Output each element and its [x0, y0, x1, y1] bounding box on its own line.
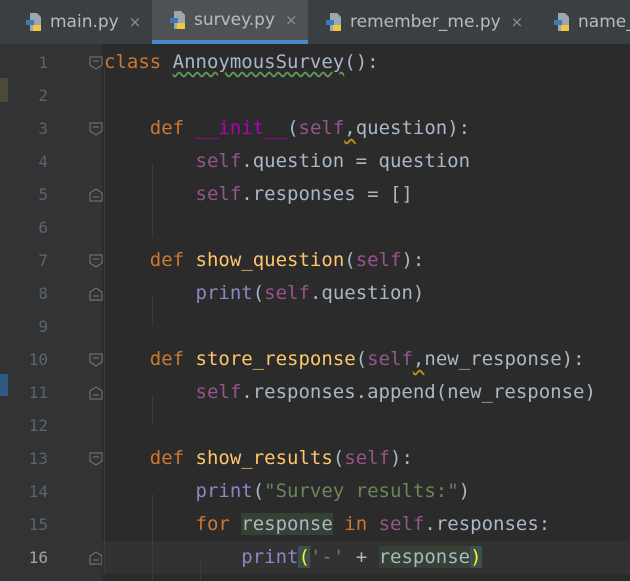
editor-tab-bar: main.py × survey.py × remember_me.py × n… [0, 0, 630, 44]
code-line: def show_results(self): [149, 447, 413, 469]
line-number: 2 [38, 86, 48, 105]
python-file-icon [26, 13, 41, 31]
code-text: .question = question [241, 150, 471, 172]
function-name: show_question [195, 249, 345, 271]
builtin-call: print [195, 480, 253, 502]
strip-marker [0, 374, 8, 396]
code-text: .question) [309, 282, 425, 304]
close-icon[interactable]: × [285, 11, 298, 29]
close-icon[interactable]: × [511, 13, 524, 31]
code-text: new_response): [424, 348, 585, 370]
python-file-icon [326, 13, 341, 31]
code-line: print(self.question) [195, 282, 425, 304]
self-param: self [367, 348, 413, 370]
class-name: AnnoymousSurvey [172, 51, 345, 73]
keyword: def [149, 117, 185, 139]
matched-paren: ( [298, 546, 310, 568]
strip-marker [0, 78, 8, 102]
self-ref: self [378, 513, 425, 535]
matched-paren: ) [470, 546, 482, 568]
line-number: 6 [38, 218, 48, 237]
self-ref: self [264, 282, 310, 304]
line-number: 3 [38, 119, 48, 138]
builtin-call: print [241, 546, 299, 568]
line-number: 10 [28, 350, 48, 369]
line-number: 13 [28, 449, 48, 468]
keyword: in [344, 513, 368, 535]
keyword: def [149, 249, 185, 271]
code-line: def show_question(self): [149, 249, 425, 271]
loop-variable: response [378, 546, 471, 568]
self-param: self [298, 117, 345, 139]
code-text: .responses: [424, 513, 551, 535]
tab-label: main.py [50, 12, 119, 32]
code-line: class AnnoymousSurvey(): [104, 46, 379, 79]
self-ref: self [195, 183, 242, 205]
keyword: def [149, 348, 185, 370]
line-number: 8 [38, 284, 48, 303]
code-text: (): [344, 51, 379, 73]
code-line: self.question = question [104, 145, 471, 178]
function-name: __init__ [195, 117, 288, 139]
keyword: class [104, 51, 162, 73]
string-literal: '-' [309, 546, 345, 568]
line-number: 9 [38, 317, 48, 336]
pep8-warning: , [344, 117, 356, 139]
tab-label: remember_me.py [350, 12, 501, 32]
tab-survey-py[interactable]: survey.py × [152, 0, 308, 44]
code-line: for response in self.responses: [104, 508, 550, 541]
function-name: show_results [195, 447, 333, 469]
function-name: store_response [195, 348, 356, 370]
line-number-current: 16 [28, 548, 48, 567]
line-number: 14 [28, 482, 48, 501]
line-number: 11 [28, 383, 48, 402]
line-number: 5 [38, 185, 48, 204]
tab-name-py[interactable]: name_ [538, 0, 630, 44]
line-number: 4 [38, 152, 48, 171]
code-text: ) [458, 480, 471, 502]
line-number: 15 [28, 515, 48, 534]
line-number: 1 [38, 53, 48, 72]
tool-window-strip [0, 44, 8, 581]
tab-main-py[interactable]: main.py × [8, 0, 150, 44]
code-text: .responses = [] [241, 183, 413, 205]
code-line: def __init__(self,question): [149, 117, 471, 139]
python-file-icon [554, 13, 569, 31]
code-line: print("Survey results:") [195, 480, 471, 502]
line-number-gutter: 1 2 3 4 5 6 7 8 9 10 11 12 13 14 15 16 [8, 44, 103, 581]
tab-remember-me-py[interactable]: remember_me.py × [310, 0, 536, 44]
code-text: question): [355, 117, 471, 139]
self-param: self [344, 447, 391, 469]
code-line: self.responses.append(new_response) [104, 376, 596, 409]
python-file-icon [170, 11, 185, 29]
code-line-current: print('-' + response) [104, 541, 482, 574]
code-text: ): [390, 447, 413, 469]
code-area[interactable]: class AnnoymousSurvey(): def __init__(se… [102, 44, 630, 581]
keyword: for [195, 513, 230, 535]
self-param: self [355, 249, 402, 271]
code-line: def store_response(self,new_response): [149, 348, 585, 370]
code-line: self.responses = [] [104, 178, 413, 211]
tab-label: survey.py [194, 10, 276, 30]
loop-variable: response [241, 513, 333, 535]
keyword: def [149, 447, 185, 469]
operator: + [344, 546, 379, 568]
code-editor[interactable]: 1 2 3 4 5 6 7 8 9 10 11 12 13 14 15 16 c… [0, 44, 630, 581]
builtin-call: print [195, 282, 253, 304]
close-icon[interactable]: × [129, 13, 142, 31]
line-number: 12 [28, 416, 48, 435]
code-text: .responses.append(new_response) [241, 381, 596, 403]
line-number: 7 [38, 251, 48, 270]
tab-label: name_ [578, 12, 630, 32]
self-ref: self [195, 150, 242, 172]
pep8-warning: , [412, 348, 425, 370]
code-text: ): [401, 249, 425, 271]
self-ref: self [195, 381, 242, 403]
string-literal: "Survey results:" [264, 480, 459, 502]
